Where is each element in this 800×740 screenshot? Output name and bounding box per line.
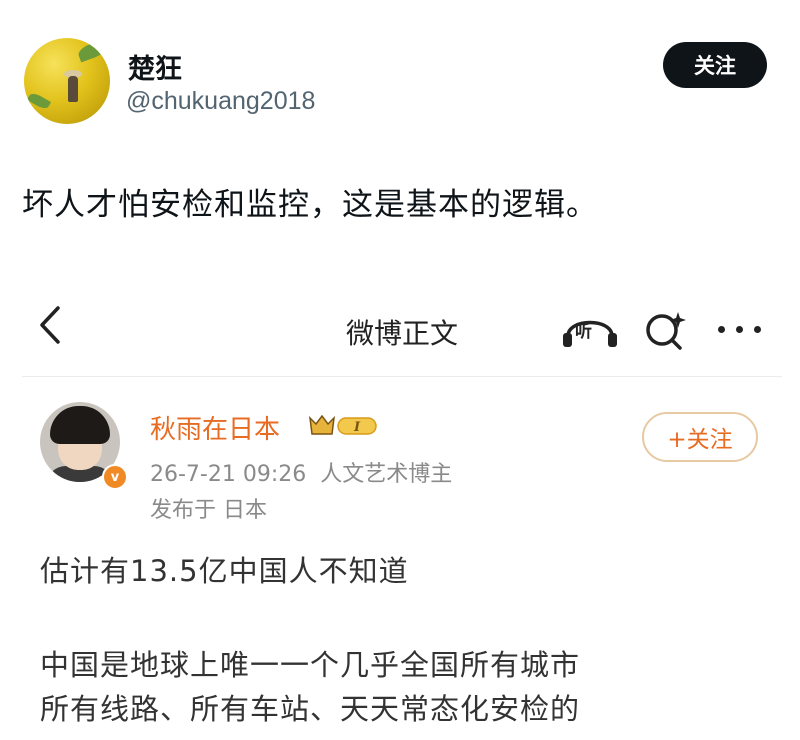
weibo-header-bar: 微博正文 听 (22, 276, 782, 377)
post-datetime: 26-7-21 09:26 (150, 462, 307, 487)
poster-name[interactable]: 秋雨在日本 (150, 409, 280, 446)
post-line: 估计有13.5亿中国人不知道 (40, 554, 409, 588)
avatar-leaf (26, 91, 52, 111)
dot (718, 326, 725, 333)
author-handle[interactable]: @chukuang2018 (126, 87, 315, 116)
author-avatar[interactable] (24, 38, 110, 124)
avatar-hair (50, 406, 110, 444)
avatar-leaf (76, 39, 108, 63)
dot (736, 326, 743, 333)
svg-text:I: I (353, 420, 361, 435)
post-meta: 26-7-21 09:26 人文艺术博主 (150, 456, 452, 488)
post-line: 所有线路、所有车站、天天常态化安检的 (40, 692, 581, 726)
author-name[interactable]: 楚狂 (128, 47, 182, 86)
post-line: 中国是地球上唯一一个几乎全国所有城市 (40, 648, 581, 682)
listen-label: 听 (575, 322, 592, 342)
follow-button[interactable]: 关注 (663, 42, 767, 88)
verified-badge-icon: v (102, 464, 128, 490)
ai-search-icon[interactable] (642, 308, 688, 352)
more-dots-icon[interactable] (712, 308, 768, 348)
tweet-text: 坏人才怕安检和监控，这是基本的逻辑。 (22, 187, 598, 223)
vip-badge-icon: I (308, 412, 380, 440)
embedded-screenshot[interactable]: 微博正文 听 v 秋雨在日本 I 26-7-21 09:26 人文艺术博主 发布… (22, 276, 782, 740)
avatar-figure (68, 76, 78, 102)
post-source: 人文艺术博主 (320, 462, 453, 487)
post-location: 发布于 日本 (150, 498, 267, 523)
weibo-follow-button[interactable]: +关注 (642, 412, 758, 462)
listen-button[interactable]: 听 (560, 306, 620, 350)
dot (754, 326, 761, 333)
